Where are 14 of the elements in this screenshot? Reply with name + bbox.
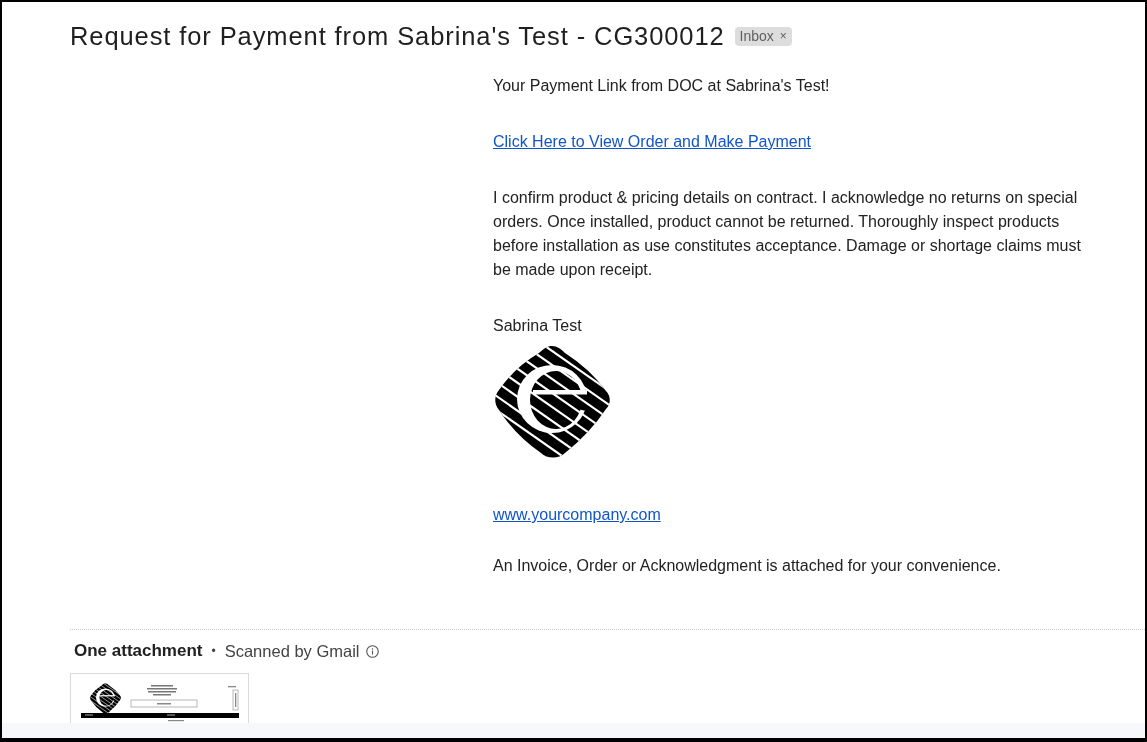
website-link[interactable]: www.yourcompany.com bbox=[493, 503, 661, 527]
signature-name: Sabrina Test bbox=[493, 316, 583, 336]
remove-label-button[interactable]: × bbox=[779, 27, 787, 46]
attachment-thumbnail[interactable] bbox=[70, 673, 249, 723]
bullet-separator: • bbox=[211, 644, 216, 658]
closing-text: An Invoice, Order or Acknowledgment is attached for your convenience. bbox=[493, 556, 1002, 576]
label-text: Inbox bbox=[739, 27, 774, 46]
greeting-text: Your Payment Link from DOC at Sabrina's Test! bbox=[493, 76, 831, 96]
info-icon[interactable] bbox=[365, 644, 379, 658]
payment-link[interactable]: Click Here to View Order and Make Payment bbox=[493, 130, 812, 154]
email-subject: Request for Payment from Sabrina's Test - CG300012 bbox=[70, 21, 725, 52]
scan-note: Scanned by Gmail bbox=[224, 641, 360, 661]
attachment-heading: One attachment bbox=[74, 641, 203, 661]
terms-paragraph: I confirm product & pricing details on contract. I acknowledge no returns on special orders. Once installed, product cannot be returned. Thoroughly inspect products before installation as use constitutes acceptance. Damage or shortage claims must be made upon receipt. bbox=[493, 188, 1082, 280]
